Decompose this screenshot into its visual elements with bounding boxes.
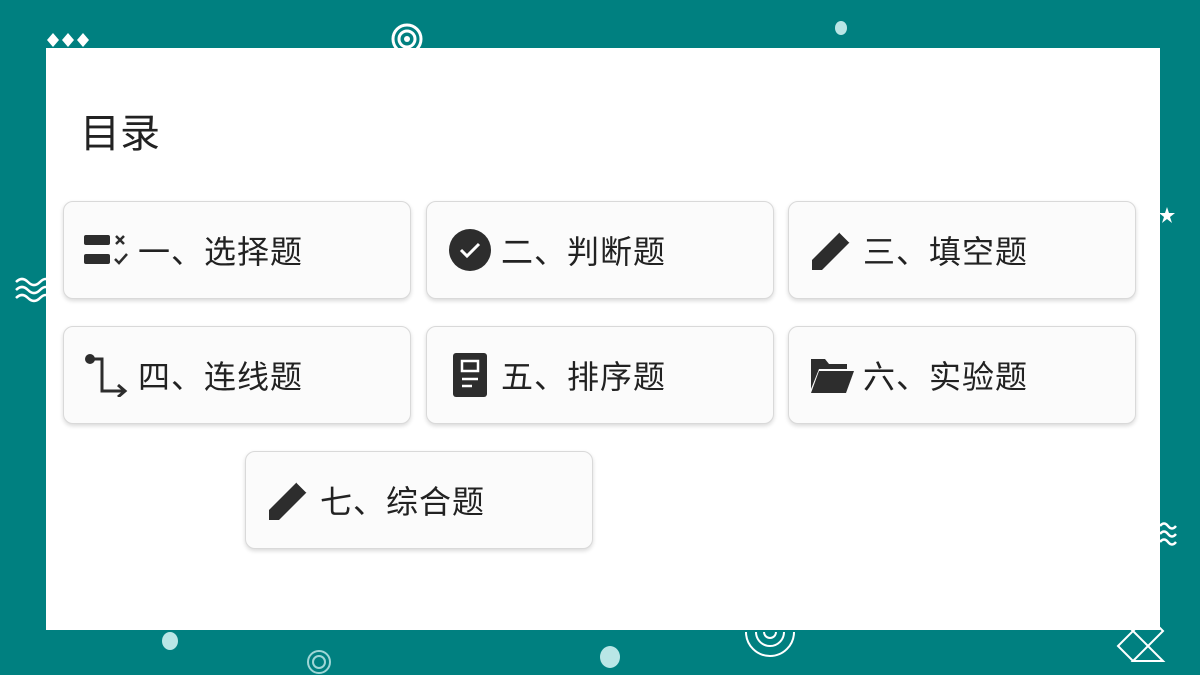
waves-decoration-right: [1159, 522, 1177, 546]
dot-decoration-bottom-left: [162, 632, 178, 650]
page-title: 目录: [80, 111, 160, 157]
star-decoration: [1159, 207, 1175, 223]
toc-item-label: 六、实验题: [863, 358, 1029, 396]
toc-item-label: 四、连线题: [138, 358, 304, 396]
toc-item-judgement[interactable]: 二、判断题: [426, 201, 774, 299]
arc-decoration: [745, 631, 795, 657]
toc-item-comprehensive[interactable]: 七、综合题: [245, 451, 593, 549]
toc-item-matching[interactable]: 四、连线题: [63, 326, 411, 424]
dot-decoration: [835, 21, 847, 35]
toc-item-label: 一、选择题: [138, 233, 304, 271]
check-circle-icon: [447, 227, 493, 273]
toc-item-experiment[interactable]: 六、实验题: [788, 326, 1136, 424]
toc-item-label: 二、判断题: [501, 233, 667, 271]
pencil-icon: [809, 227, 855, 273]
dot-decoration-bottom: [600, 646, 620, 668]
toc-item-fill-blank[interactable]: 三、填空题: [788, 201, 1136, 299]
concentric-circles-decoration: [391, 23, 423, 50]
toc-item-choice[interactable]: 一、选择题: [63, 201, 411, 299]
checklist-icon: [84, 227, 130, 273]
diamonds-decoration: [47, 33, 89, 47]
toc-item-label: 五、排序题: [501, 358, 667, 396]
pencil-icon: [266, 477, 312, 523]
toc-item-label: 三、填空题: [863, 233, 1029, 271]
spiral-decoration: [307, 650, 331, 674]
folder-open-icon: [809, 352, 855, 398]
toc-item-ordering[interactable]: 五、排序题: [426, 326, 774, 424]
waves-decoration: [15, 277, 48, 303]
route-arrow-icon: [84, 352, 130, 398]
document-icon: [447, 352, 493, 398]
toc-item-label: 七、综合题: [320, 483, 486, 521]
